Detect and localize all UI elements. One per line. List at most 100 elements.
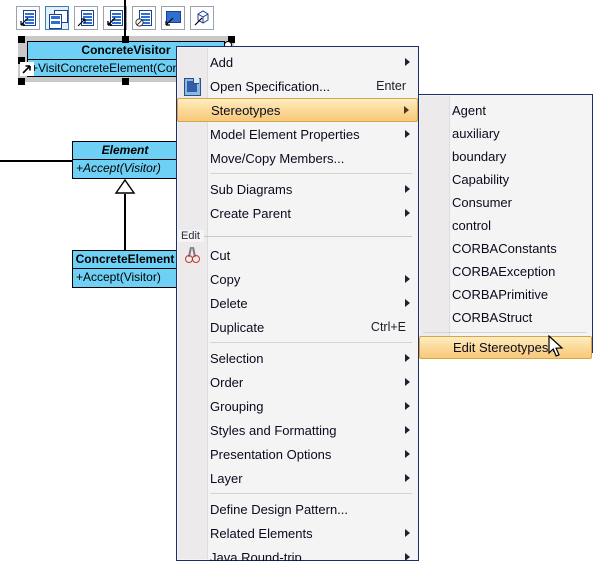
dependency-icon [133, 7, 155, 29]
stereotype-item-label: Consumer [452, 195, 512, 210]
package-tool-button[interactable] [45, 6, 69, 30]
stereotype-item-label: CORBAException [452, 264, 556, 279]
menu-item-label: Open Specification... [210, 78, 330, 94]
menu-item-create-parent[interactable]: Create Parent [177, 201, 418, 225]
stereotype-item-label: CORBAStruct [452, 310, 533, 325]
resize-handle-s[interactable] [122, 78, 129, 85]
component-tool-button[interactable] [190, 6, 214, 30]
chevron-right-icon [405, 474, 410, 482]
class-box-element[interactable]: Element +Accept(Visitor) [72, 141, 178, 179]
menu-item-add[interactable]: Add [177, 50, 418, 74]
dependency-tool-button[interactable] [132, 6, 156, 30]
menu-item-label: Java Round-trip [210, 549, 302, 561]
menu-item-label: Layer [210, 470, 243, 486]
stereotype-item-edit-stereotypes[interactable]: Edit Stereotypes... [419, 336, 592, 359]
scissors-icon [182, 246, 201, 264]
stereotype-item-label: auxiliary [452, 126, 500, 141]
chevron-right-icon [405, 354, 410, 362]
menu-item-label: Styles and Formatting [210, 422, 337, 438]
stereotype-item-boundary[interactable]: boundary [419, 145, 592, 168]
stereotype-item-label: Edit Stereotypes... [453, 340, 560, 355]
stereotype-item-label: Agent [452, 103, 486, 118]
menu-item-grouping[interactable]: Grouping [177, 394, 418, 418]
menu-item-shortcut: Enter [376, 79, 406, 93]
class-operations-element: +Accept(Visitor) [76, 161, 161, 175]
menu-item-order[interactable]: Order [177, 370, 418, 394]
chevron-right-icon [405, 426, 410, 434]
menu-item-duplicate[interactable]: Duplicate Ctrl+E [177, 315, 418, 339]
generalization-tool-button[interactable] [74, 6, 98, 30]
chevron-right-icon [405, 209, 410, 217]
menu-item-label: Sub Diagrams [210, 181, 293, 197]
menu-item-label: Add [210, 54, 234, 70]
package-icon [46, 7, 68, 29]
stereotype-item-auxiliary[interactable]: auxiliary [419, 122, 592, 145]
menu-item-label: Model Element Properties [210, 126, 360, 142]
note-tool-button[interactable] [161, 6, 185, 30]
menu-item-move-copy-members[interactable]: Move/Copy Members... [177, 146, 418, 170]
connector-top [124, 0, 126, 38]
stereotype-item-capability[interactable]: Capability [419, 168, 592, 191]
stereotype-item-corbaexception[interactable]: CORBAException [419, 260, 592, 283]
stereotype-item-corbastruct[interactable]: CORBAStruct [419, 306, 592, 329]
note-icon [162, 7, 184, 29]
menu-item-label: Create Parent [210, 205, 291, 221]
class-title-concreteelement: ConcreteElement [73, 251, 177, 269]
diagram-toolbar [16, 6, 214, 30]
stereotype-item-control[interactable]: control [419, 214, 592, 237]
generalization-line [124, 188, 126, 250]
class-box-concreteelement[interactable]: ConcreteElement +Accept(Visitor) [72, 250, 178, 288]
menu-item-styles-and-formatting[interactable]: Styles and Formatting [177, 418, 418, 442]
menu-separator [210, 342, 412, 343]
stereotypes-submenu[interactable]: Agent auxiliary boundary Capability Consumer… [418, 94, 593, 359]
menu-item-label: Copy [210, 271, 241, 287]
menu-item-delete[interactable]: Delete [177, 291, 418, 315]
menu-item-presentation-options[interactable]: Presentation Options [177, 442, 418, 466]
menu-item-related-elements[interactable]: Related Elements [177, 521, 418, 545]
stereotype-item-agent[interactable]: Agent [419, 99, 592, 122]
menu-group-edit: Edit [177, 229, 418, 243]
mouse-cursor [548, 335, 564, 357]
generalization-icon [75, 7, 97, 29]
connector-left-element [0, 160, 78, 162]
menu-group-label: Edit [177, 230, 204, 242]
stereotype-item-consumer[interactable]: Consumer [419, 191, 592, 214]
menu-item-cut[interactable]: Cut [177, 243, 418, 267]
menu-item-label: Stereotypes [211, 102, 281, 118]
menu-item-label: Order [210, 374, 244, 390]
stereotype-item-label: control [452, 218, 492, 233]
menu-item-open-specification[interactable]: Open Specification... Enter [177, 74, 418, 98]
chevron-right-icon [405, 185, 410, 193]
class-title-element: Element [73, 142, 177, 160]
chevron-right-icon [405, 299, 410, 307]
class-tool-button[interactable] [16, 6, 40, 30]
menu-item-label: Related Elements [210, 525, 313, 541]
resize-handle-nw[interactable] [18, 36, 25, 43]
chevron-right-icon [405, 130, 410, 138]
stereotype-item-corbaprimitive[interactable]: CORBAPrimitive [419, 283, 592, 306]
chevron-right-icon [405, 378, 410, 386]
menu-item-model-element-properties[interactable]: Model Element Properties [177, 122, 418, 146]
menu-item-define-design-pattern[interactable]: Define Design Pattern... [177, 497, 418, 521]
context-menu[interactable]: Add Open Specification... Enter Stereotypes… [176, 46, 419, 561]
resize-handle-sw[interactable] [18, 78, 25, 85]
chevron-right-icon [405, 58, 410, 66]
chevron-right-icon [405, 553, 410, 561]
menu-item-label: Duplicate [210, 319, 265, 335]
chevron-right-icon [405, 402, 410, 410]
resize-handle-n[interactable] [122, 36, 129, 43]
menu-item-label: Presentation Options [210, 446, 332, 462]
menu-item-copy[interactable]: Copy [177, 267, 418, 291]
component-icon [191, 7, 213, 29]
menu-item-java-round-trip[interactable]: Java Round-trip [177, 545, 418, 561]
menu-item-shortcut: Ctrl+E [370, 320, 406, 334]
menu-item-stereotypes[interactable]: Stereotypes [177, 98, 418, 122]
menu-item-sub-diagrams[interactable]: Sub Diagrams [177, 177, 418, 201]
stereotype-item-label: CORBAPrimitive [452, 287, 549, 302]
menu-separator [210, 173, 412, 174]
chevron-right-icon [405, 275, 410, 283]
menu-item-selection[interactable]: Selection [177, 346, 418, 370]
stereotype-item-corbaconstants[interactable]: CORBAConstants [419, 237, 592, 260]
resource-arrow-icon[interactable] [20, 62, 34, 76]
menu-item-layer[interactable]: Layer [177, 466, 418, 490]
